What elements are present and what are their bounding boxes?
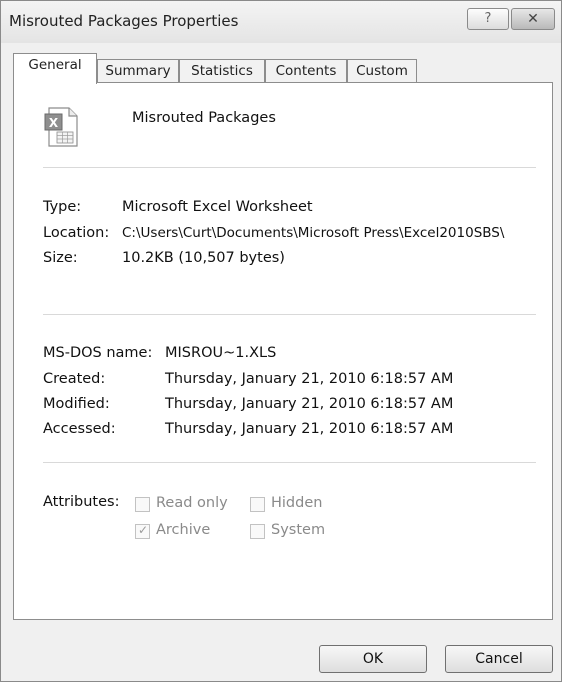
hidden-label: Hidden [271, 495, 323, 511]
msdos-name-label: MS-DOS name: [43, 345, 153, 361]
general-tab-panel: X Misrouted Packages Type: Microsoft Exc… [13, 82, 553, 620]
properties-dialog: Misrouted Packages Properties ? ✕ Genera… [0, 0, 562, 682]
excel-worksheet-icon: X [44, 107, 78, 147]
separator [43, 462, 536, 463]
separator [43, 167, 536, 168]
created-label: Created: [43, 371, 106, 387]
location-label: Location: [43, 225, 110, 241]
window-title: Misrouted Packages Properties [9, 12, 239, 30]
tab-general[interactable]: General [13, 53, 97, 84]
type-value: Microsoft Excel Worksheet [122, 199, 313, 215]
close-button[interactable]: ✕ [511, 8, 555, 30]
cancel-button[interactable]: Cancel [445, 645, 553, 673]
separator [43, 314, 536, 315]
type-label: Type: [43, 199, 82, 215]
archive-checkbox[interactable]: ✓ [135, 523, 150, 539]
file-name[interactable]: Misrouted Packages [132, 110, 276, 126]
size-value: 10.2KB (10,507 bytes) [122, 250, 285, 266]
svg-text:X: X [49, 116, 59, 130]
read-only-label: Read only [156, 495, 228, 511]
accessed-label: Accessed: [43, 421, 116, 437]
ok-button[interactable]: OK [319, 645, 427, 673]
help-button[interactable]: ? [467, 8, 509, 30]
system-label: System [271, 522, 326, 538]
tab-summary[interactable]: Summary [97, 59, 179, 83]
read-only-checkbox[interactable] [135, 497, 150, 512]
location-value: C:\Users\Curt\Documents\Microsoft Press\… [122, 225, 505, 241]
system-checkbox[interactable] [250, 524, 265, 539]
title-bar[interactable]: Misrouted Packages Properties ? ✕ [1, 1, 561, 43]
msdos-name-value: MISROU~1.XLS [165, 345, 277, 361]
tab-statistics[interactable]: Statistics [179, 59, 265, 83]
created-value: Thursday, January 21, 2010 6:18:57 AM [165, 371, 454, 387]
accessed-value: Thursday, January 21, 2010 6:18:57 AM [165, 421, 454, 437]
hidden-checkbox[interactable] [250, 497, 265, 512]
tab-strip: General Summary Statistics Contents Cust… [13, 53, 553, 84]
tab-custom[interactable]: Custom [347, 59, 417, 83]
modified-label: Modified: [43, 396, 110, 412]
attributes-label: Attributes: [43, 494, 120, 510]
modified-value: Thursday, January 21, 2010 6:18:57 AM [165, 396, 454, 412]
tab-contents[interactable]: Contents [265, 59, 347, 83]
checkmark-icon: ✓ [138, 523, 149, 537]
archive-label: Archive [156, 522, 211, 538]
size-label: Size: [43, 250, 78, 266]
